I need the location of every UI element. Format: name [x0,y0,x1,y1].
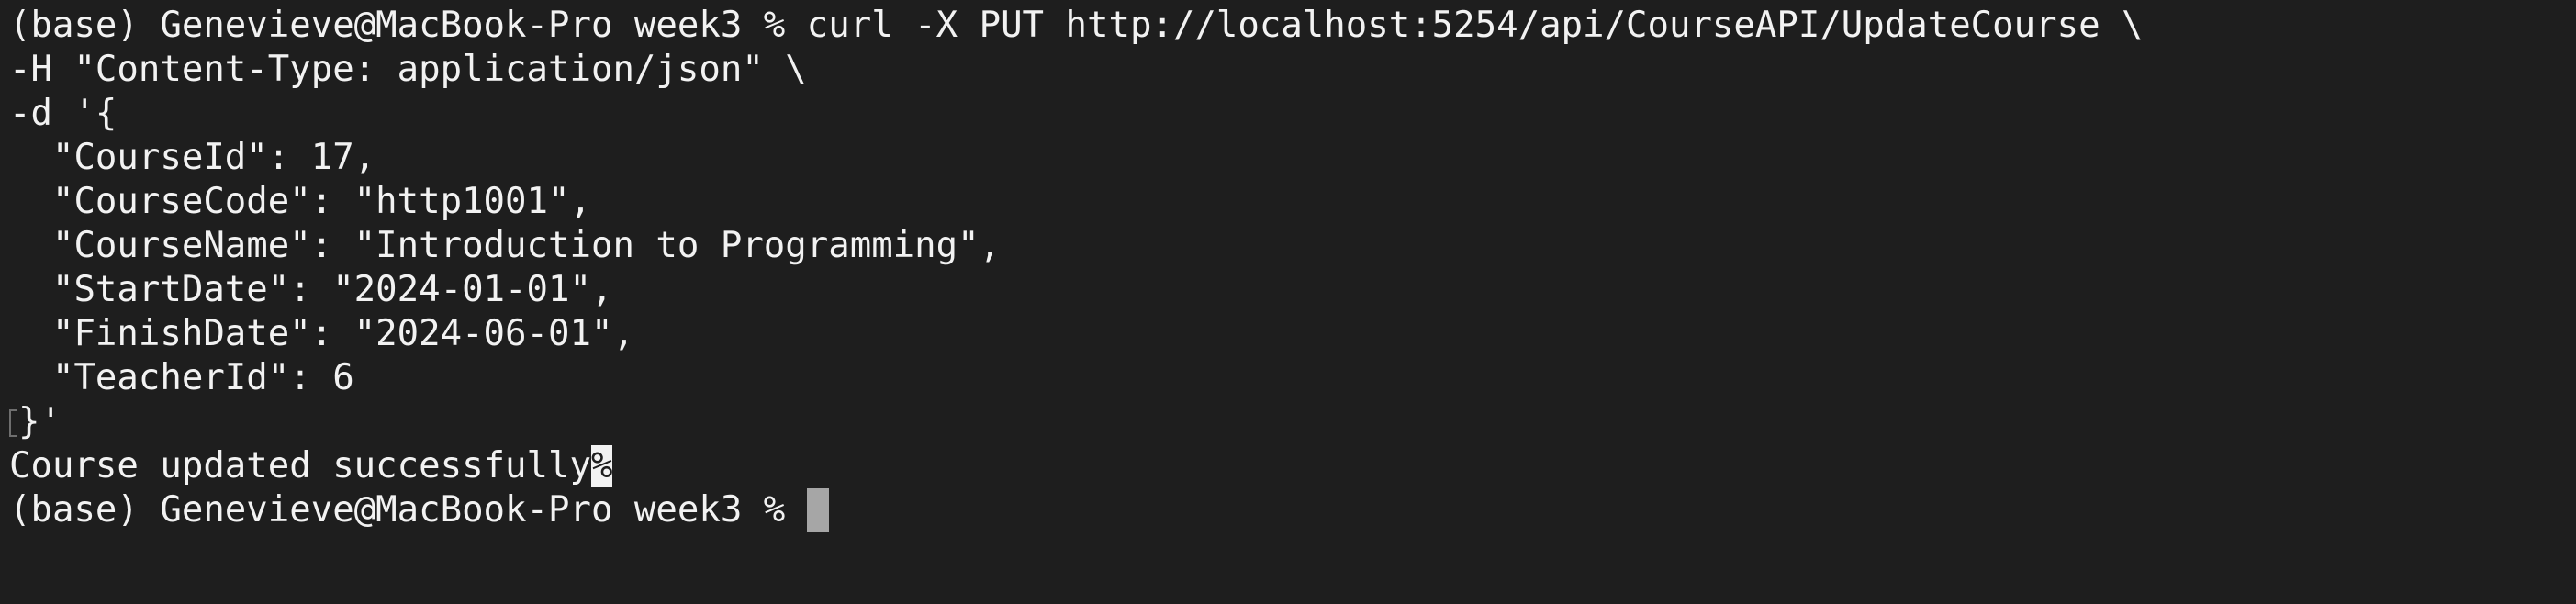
json-line-start-date: "StartDate": "2024-01-01", [9,269,613,310]
terminal-window[interactable]: (base) Genevieve@MacBook-Pro week3 % cur… [0,0,2576,604]
json-line-course-name: "CourseName": "Introduction to Programmi… [9,225,1002,266]
command-line-curl: (base) Genevieve@MacBook-Pro week3 % cur… [9,5,2144,46]
json-line-finish-date: "FinishDate": "2024-06-01", [9,313,634,354]
command-line-header: -H "Content-Type: application/json" \ [9,49,807,90]
output-text: Course updated successfully [9,445,591,487]
prompt-line[interactable]: (base) Genevieve@MacBook-Pro week3 % [9,488,2576,532]
output-line: Course updated successfully% [9,444,2576,488]
json-line-course-code: "CourseCode": "http1001", [9,181,591,222]
json-line-teacher-id: "TeacherId": 6 [9,357,354,398]
shell-prompt: (base) Genevieve@MacBook-Pro week3 % [9,489,807,531]
text-cursor[interactable] [806,488,829,532]
json-line-course-id: "CourseId": 17, [9,137,376,178]
command-line-data-open: -d '{ [9,93,118,134]
closing-brace-text: }' [18,401,62,442]
line-continuation-marker-icon [9,409,17,437]
command-line-data-close: }' [9,400,2576,444]
no-newline-mark: % [590,445,613,487]
